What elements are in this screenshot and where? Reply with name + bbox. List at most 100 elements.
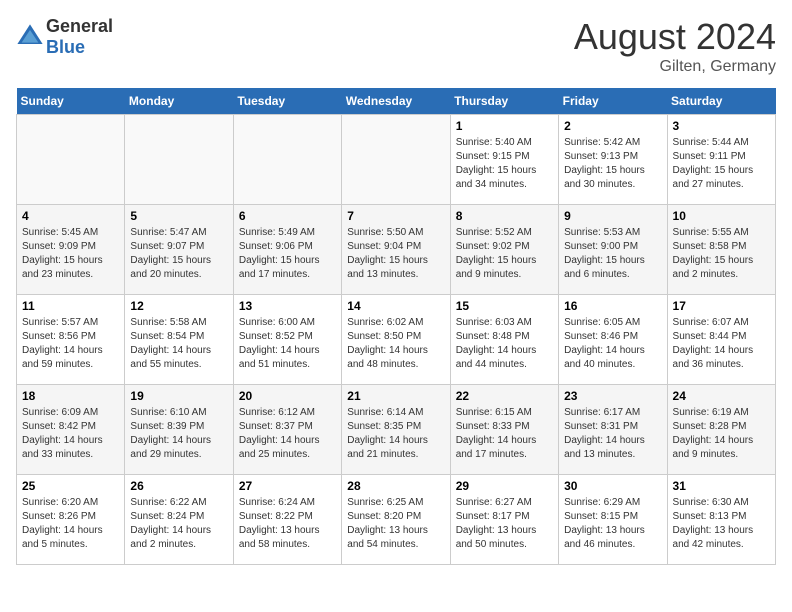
day-info: Sunrise: 6:29 AM Sunset: 8:15 PM Dayligh… <box>564 496 661 552</box>
weekday-header-thursday: Thursday <box>450 88 558 115</box>
week-row-1: 1 Sunrise: 5:40 AM Sunset: 9:15 PM Daylig… <box>17 115 776 205</box>
day-number: 8 <box>456 209 553 223</box>
day-info: Sunrise: 5:55 AM Sunset: 8:58 PM Dayligh… <box>673 226 770 282</box>
day-number: 25 <box>22 479 119 493</box>
day-cell: 2Sunrise: 5:42 AM Sunset: 9:13 PM Daylig… <box>559 115 667 205</box>
day-cell <box>233 115 341 205</box>
day-number: 24 <box>673 389 770 403</box>
day-number: 30 <box>564 479 661 493</box>
day-number: 31 <box>673 479 770 493</box>
day-cell <box>342 115 450 205</box>
day-number: 21 <box>347 389 444 403</box>
day-number: 3 <box>673 119 770 133</box>
logo-icon <box>16 23 44 51</box>
weekday-header-row: SundayMondayTuesdayWednesdayThursdayFrid… <box>17 88 776 115</box>
day-cell: 24 Sunrise: 6:19 AM Sunset: 8:28 PM Dayli… <box>667 385 775 475</box>
day-cell: 12 Sunrise: 5:58 AM Sunset: 8:54 PM Dayli… <box>125 295 233 385</box>
day-number: 22 <box>456 389 553 403</box>
weekday-header-friday: Friday <box>559 88 667 115</box>
weekday-header-sunday: Sunday <box>17 88 125 115</box>
day-info: Sunrise: 5:49 AM Sunset: 9:06 PM Dayligh… <box>239 226 336 282</box>
day-info: Sunrise: 6:10 AM Sunset: 8:39 PM Dayligh… <box>130 406 227 462</box>
week-row-4: 18Sunrise: 6:09 AM Sunset: 8:42 PM Dayli… <box>17 385 776 475</box>
day-info: Sunrise: 5:57 AM Sunset: 8:56 PM Dayligh… <box>22 316 119 372</box>
day-number: 5 <box>130 209 227 223</box>
day-number: 12 <box>130 299 227 313</box>
day-number: 26 <box>130 479 227 493</box>
day-info: Sunrise: 5:40 AM Sunset: 9:15 PM Dayligh… <box>456 136 553 192</box>
day-cell: 30 Sunrise: 6:29 AM Sunset: 8:15 PM Dayli… <box>559 475 667 565</box>
day-cell: 15 Sunrise: 6:03 AM Sunset: 8:48 PM Dayli… <box>450 295 558 385</box>
day-cell: 16Sunrise: 6:05 AM Sunset: 8:46 PM Dayli… <box>559 295 667 385</box>
day-number: 13 <box>239 299 336 313</box>
calendar-table: SundayMondayTuesdayWednesdayThursdayFrid… <box>16 88 776 565</box>
day-info: Sunrise: 5:45 AM Sunset: 9:09 PM Dayligh… <box>22 226 119 282</box>
day-cell: 5Sunrise: 5:47 AM Sunset: 9:07 PM Daylig… <box>125 205 233 295</box>
day-info: Sunrise: 6:19 AM Sunset: 8:28 PM Dayligh… <box>673 406 770 462</box>
day-cell: 9 Sunrise: 5:53 AM Sunset: 9:00 PM Daylig… <box>559 205 667 295</box>
day-number: 15 <box>456 299 553 313</box>
title-block: August 2024 Gilten, Germany <box>574 16 776 76</box>
day-info: Sunrise: 5:50 AM Sunset: 9:04 PM Dayligh… <box>347 226 444 282</box>
day-cell: 19 Sunrise: 6:10 AM Sunset: 8:39 PM Dayli… <box>125 385 233 475</box>
day-info: Sunrise: 6:24 AM Sunset: 8:22 PM Dayligh… <box>239 496 336 552</box>
day-cell: 3 Sunrise: 5:44 AM Sunset: 9:11 PM Daylig… <box>667 115 775 205</box>
day-number: 27 <box>239 479 336 493</box>
day-cell: 14Sunrise: 6:02 AM Sunset: 8:50 PM Dayli… <box>342 295 450 385</box>
day-info: Sunrise: 6:30 AM Sunset: 8:13 PM Dayligh… <box>673 496 770 552</box>
logo: General Blue <box>16 16 113 58</box>
day-info: Sunrise: 6:03 AM Sunset: 8:48 PM Dayligh… <box>456 316 553 372</box>
day-cell: 6 Sunrise: 5:49 AM Sunset: 9:06 PM Daylig… <box>233 205 341 295</box>
day-number: 28 <box>347 479 444 493</box>
week-row-2: 4 Sunrise: 5:45 AM Sunset: 9:09 PM Daylig… <box>17 205 776 295</box>
day-number: 4 <box>22 209 119 223</box>
day-cell: 17Sunrise: 6:07 AM Sunset: 8:44 PM Dayli… <box>667 295 775 385</box>
day-info: Sunrise: 6:15 AM Sunset: 8:33 PM Dayligh… <box>456 406 553 462</box>
day-cell <box>125 115 233 205</box>
day-info: Sunrise: 6:25 AM Sunset: 8:20 PM Dayligh… <box>347 496 444 552</box>
day-number: 1 <box>456 119 553 133</box>
day-cell: 22 Sunrise: 6:15 AM Sunset: 8:33 PM Dayli… <box>450 385 558 475</box>
day-cell: 26 Sunrise: 6:22 AM Sunset: 8:24 PM Dayli… <box>125 475 233 565</box>
day-info: Sunrise: 5:58 AM Sunset: 8:54 PM Dayligh… <box>130 316 227 372</box>
day-cell: 31 Sunrise: 6:30 AM Sunset: 8:13 PM Dayli… <box>667 475 775 565</box>
weekday-header-saturday: Saturday <box>667 88 775 115</box>
day-number: 11 <box>22 299 119 313</box>
day-info: Sunrise: 5:44 AM Sunset: 9:11 PM Dayligh… <box>673 136 770 192</box>
location-title: Gilten, Germany <box>574 58 776 76</box>
day-info: Sunrise: 6:09 AM Sunset: 8:42 PM Dayligh… <box>22 406 119 462</box>
day-number: 7 <box>347 209 444 223</box>
day-cell: 20Sunrise: 6:12 AM Sunset: 8:37 PM Dayli… <box>233 385 341 475</box>
day-cell: 28 Sunrise: 6:25 AM Sunset: 8:20 PM Dayli… <box>342 475 450 565</box>
day-info: Sunrise: 5:52 AM Sunset: 9:02 PM Dayligh… <box>456 226 553 282</box>
day-info: Sunrise: 6:00 AM Sunset: 8:52 PM Dayligh… <box>239 316 336 372</box>
week-row-3: 11 Sunrise: 5:57 AM Sunset: 8:56 PM Dayli… <box>17 295 776 385</box>
day-number: 20 <box>239 389 336 403</box>
day-number: 6 <box>239 209 336 223</box>
month-year-title: August 2024 <box>574 16 776 58</box>
day-cell: 10Sunrise: 5:55 AM Sunset: 8:58 PM Dayli… <box>667 205 775 295</box>
day-cell: 18Sunrise: 6:09 AM Sunset: 8:42 PM Dayli… <box>17 385 125 475</box>
day-cell: 23 Sunrise: 6:17 AM Sunset: 8:31 PM Dayli… <box>559 385 667 475</box>
page-header: General Blue August 2024 Gilten, Germany <box>16 16 776 76</box>
day-info: Sunrise: 6:27 AM Sunset: 8:17 PM Dayligh… <box>456 496 553 552</box>
weekday-header-monday: Monday <box>125 88 233 115</box>
day-info: Sunrise: 6:05 AM Sunset: 8:46 PM Dayligh… <box>564 316 661 372</box>
day-cell: 4 Sunrise: 5:45 AM Sunset: 9:09 PM Daylig… <box>17 205 125 295</box>
day-number: 9 <box>564 209 661 223</box>
day-cell: 8 Sunrise: 5:52 AM Sunset: 9:02 PM Daylig… <box>450 205 558 295</box>
day-number: 2 <box>564 119 661 133</box>
day-info: Sunrise: 5:53 AM Sunset: 9:00 PM Dayligh… <box>564 226 661 282</box>
day-number: 17 <box>673 299 770 313</box>
logo-text: General Blue <box>46 16 113 58</box>
day-number: 29 <box>456 479 553 493</box>
day-info: Sunrise: 6:20 AM Sunset: 8:26 PM Dayligh… <box>22 496 119 552</box>
day-number: 19 <box>130 389 227 403</box>
day-info: Sunrise: 6:17 AM Sunset: 8:31 PM Dayligh… <box>564 406 661 462</box>
day-cell: 21Sunrise: 6:14 AM Sunset: 8:35 PM Dayli… <box>342 385 450 475</box>
day-cell: 13 Sunrise: 6:00 AM Sunset: 8:52 PM Dayli… <box>233 295 341 385</box>
day-number: 23 <box>564 389 661 403</box>
day-info: Sunrise: 6:22 AM Sunset: 8:24 PM Dayligh… <box>130 496 227 552</box>
day-cell: 27 Sunrise: 6:24 AM Sunset: 8:22 PM Dayli… <box>233 475 341 565</box>
weekday-header-tuesday: Tuesday <box>233 88 341 115</box>
